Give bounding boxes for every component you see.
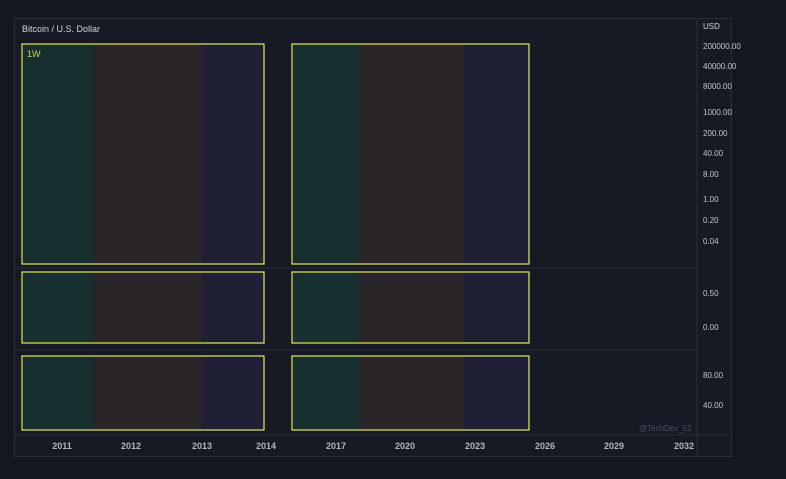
cycle-zone-brown: [359, 356, 464, 430]
x-tick-label: 2023: [464, 441, 486, 451]
price-tick-label: 0.20: [703, 216, 719, 225]
cycle-zone-indigo: [202, 44, 264, 264]
pane2-tick-label: 0.50: [703, 289, 719, 298]
cycle-zone-brown: [94, 356, 202, 430]
price-tick-label: 40.00: [703, 149, 724, 158]
x-tick-label: 2020: [394, 441, 416, 451]
cycle-zone-indigo: [202, 272, 264, 343]
cycle-zone-green: [293, 272, 359, 343]
pane3-tick-label: 80.00: [703, 371, 724, 380]
cycle-zone-brown: [359, 272, 464, 343]
price-tick-label: 200.00: [703, 129, 728, 138]
price-axis-unit: USD: [703, 22, 720, 31]
cycle-zone-indigo: [202, 356, 264, 430]
price-tick-label: 1000.00: [703, 108, 732, 117]
cycle-zone-brown: [359, 44, 464, 264]
price-tick-label: 200000.00: [703, 42, 741, 51]
chart-title: Bitcoin / U.S. Dollar: [22, 24, 101, 34]
x-tick-label: 2011: [52, 441, 72, 451]
cycle-zone-green: [23, 272, 94, 343]
x-tick-label: 2014: [255, 441, 277, 451]
price-tick-label: 0.04: [703, 237, 719, 246]
price-tick-label: 8.00: [703, 170, 719, 179]
cycle-zone-brown: [94, 44, 202, 264]
x-tick-label: 2012: [120, 441, 142, 451]
x-tick-label: 2026: [534, 441, 556, 451]
cycle-zone-green: [23, 44, 94, 264]
x-tick-label: 2029: [603, 441, 625, 451]
pane3-tick-label: 40.00: [703, 401, 724, 410]
cycle-zone-green: [23, 356, 94, 430]
x-tick-label: 2017: [325, 441, 347, 451]
cycle-zone-green: [293, 44, 359, 264]
cycle-zone-green: [293, 356, 359, 430]
interval-label[interactable]: 1W: [27, 49, 41, 59]
cycle-zone-indigo: [464, 356, 529, 430]
x-tick-label: 2032: [673, 441, 695, 451]
cycle-zone-brown: [94, 272, 202, 343]
price-tick-label: 8000.00: [703, 82, 732, 91]
cycle-zone-indigo: [464, 44, 529, 264]
price-tick-label: 1.00: [703, 195, 719, 204]
pane2-tick-label: 0.00: [703, 323, 719, 332]
chart-plot: [15, 19, 730, 455]
price-tick-label: 40000.00: [703, 62, 737, 71]
x-tick-label: 2013: [191, 441, 213, 451]
watermark: @TechDev_52: [639, 424, 692, 433]
cycle-zone-indigo: [464, 272, 529, 343]
